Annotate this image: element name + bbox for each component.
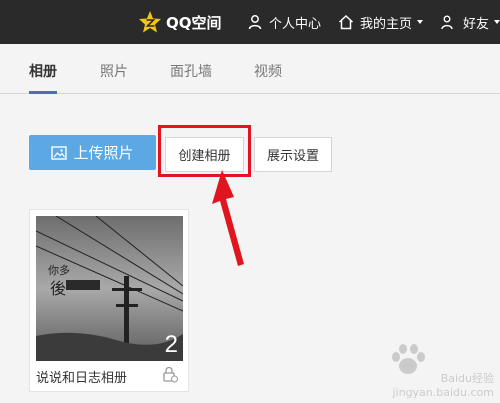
friends-icon xyxy=(441,15,453,30)
baidu-watermark: Baidu经验 jingyan.baidu.com xyxy=(384,344,494,399)
album-photo-count: 2 xyxy=(164,331,178,358)
display-settings-button[interactable]: 展示设置 xyxy=(254,137,332,172)
upload-photos-label: 上传照片 xyxy=(73,144,134,162)
svg-text:你多: 你多 xyxy=(48,263,70,277)
friends-menu[interactable]: 好友 xyxy=(441,0,500,44)
chevron-down-icon xyxy=(494,20,500,24)
tab-albums[interactable]: 相册 xyxy=(29,61,57,81)
album-cover-image[interactable]: 你多 後 2 xyxy=(36,216,183,361)
tab-face-wall[interactable]: 面孔墙 xyxy=(170,61,212,81)
create-album-button[interactable]: 创建相册 xyxy=(165,137,244,172)
tab-videos[interactable]: 视频 xyxy=(254,61,282,81)
svg-text:後: 後 xyxy=(50,279,66,298)
top-navigation-bar: QQ空间 个人中心 我的主页 好友 xyxy=(0,0,500,44)
upload-photos-button[interactable]: 上传照片 xyxy=(29,135,156,170)
album-title[interactable]: 说说和日志相册 xyxy=(36,367,127,386)
user-icon xyxy=(248,15,262,30)
qzone-brand-link[interactable]: QQ空间 xyxy=(138,0,222,44)
my-home-menu[interactable]: 我的主页 xyxy=(338,0,424,44)
album-cover-photo: 你多 後 xyxy=(36,216,183,361)
watermark-brand: Baidu经验 xyxy=(440,372,494,385)
watermark-text: Baidu经验 jingyan.baidu.com xyxy=(392,370,494,399)
brand-label: QQ空间 xyxy=(166,13,222,32)
lock-icon xyxy=(163,366,178,383)
annotation-arrow-icon xyxy=(212,170,244,266)
album-tabs: 相册 照片 面孔墙 视频 xyxy=(0,44,500,94)
active-tab-indicator xyxy=(29,91,57,94)
tab-photos[interactable]: 照片 xyxy=(100,61,128,81)
qzone-star-icon xyxy=(139,11,161,33)
upload-image-icon xyxy=(51,145,68,160)
my-home-label: 我的主页 xyxy=(360,16,413,32)
home-icon xyxy=(338,14,354,30)
personal-center-link[interactable]: 个人中心 xyxy=(247,0,321,44)
chevron-down-icon xyxy=(417,20,424,24)
album-card[interactable]: 你多 後 2 说说和日志相册 xyxy=(29,209,189,392)
personal-center-label: 个人中心 xyxy=(269,16,322,32)
friends-label: 好友 xyxy=(463,16,490,32)
watermark-url: jingyan.baidu.com xyxy=(392,386,494,399)
